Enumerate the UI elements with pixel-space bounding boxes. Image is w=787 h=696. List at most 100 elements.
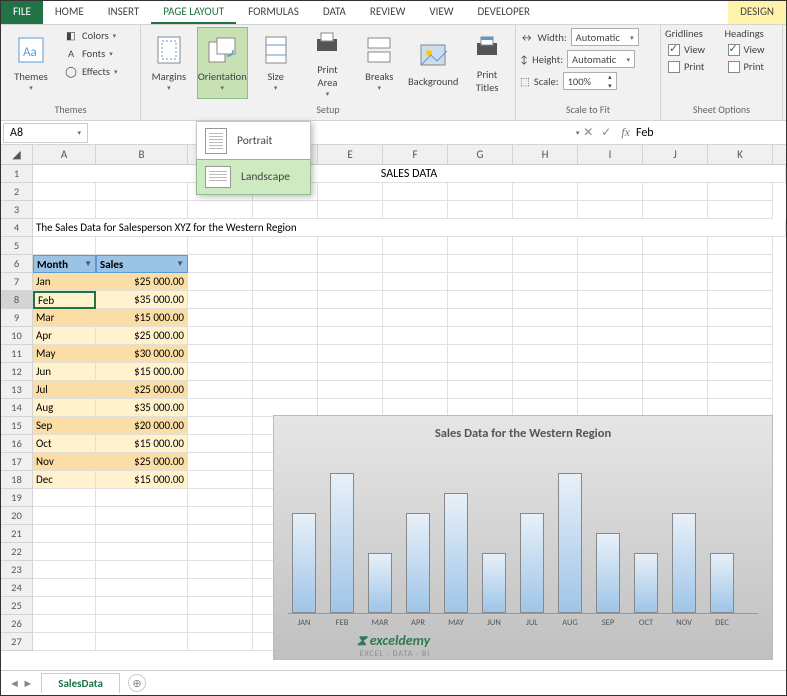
cell[interactable] [383,273,448,291]
cell[interactable] [578,201,643,219]
cell[interactable]: $15 000.00 [96,309,188,327]
tab-view[interactable]: VIEW [417,1,465,24]
chart-bar[interactable] [292,513,316,613]
cell[interactable] [448,183,513,201]
cell[interactable] [383,183,448,201]
cell[interactable] [96,237,188,255]
cell[interactable] [318,273,383,291]
cell[interactable] [513,309,578,327]
row-header[interactable]: 10 [1,327,33,345]
colors-button[interactable]: ◧Colors ▾ [61,27,120,43]
cell[interactable] [318,183,383,201]
cell[interactable]: Jun [33,363,96,381]
cell[interactable] [643,309,708,327]
chart-bar[interactable] [634,553,658,613]
size-button[interactable]: Size▾ [252,27,300,99]
cell[interactable] [448,381,513,399]
fonts-button[interactable]: AFonts ▾ [61,45,120,61]
col-header[interactable]: H [513,145,578,164]
cell[interactable] [33,633,96,651]
col-header[interactable]: E [318,145,383,164]
title-cell[interactable]: SALES DATA [33,165,786,183]
tab-insert[interactable]: INSERT [96,1,152,24]
cell[interactable] [513,201,578,219]
row-header[interactable]: 16 [1,435,33,453]
chart-bar[interactable] [482,553,506,613]
cell[interactable]: Feb [33,291,96,309]
cancel-button[interactable]: ✕ [579,125,597,140]
row-header[interactable]: 7 [1,273,33,291]
cell[interactable] [383,237,448,255]
cell[interactable] [578,237,643,255]
row-header[interactable]: 14 [1,399,33,417]
row-header[interactable]: 2 [1,183,33,201]
themes-button[interactable]: Aa Themes▾ [5,27,57,99]
cell[interactable] [383,201,448,219]
sheet-tab[interactable]: SalesData [41,673,120,693]
fx-icon[interactable]: fx [621,125,630,140]
cell[interactable] [513,345,578,363]
row-header[interactable]: 4 [1,219,33,237]
cell[interactable]: Jan [33,273,96,291]
col-header[interactable]: F [383,145,448,164]
cell[interactable] [318,201,383,219]
col-header[interactable]: G [448,145,513,164]
cell[interactable] [188,453,253,471]
background-button[interactable]: Background [407,27,459,99]
row-header[interactable]: 24 [1,579,33,597]
chart-bar[interactable] [710,553,734,613]
cell[interactable] [253,273,318,291]
row-header[interactable]: 5 [1,237,33,255]
cell[interactable]: $25 000.00 [96,453,188,471]
cell[interactable] [448,327,513,345]
cell[interactable] [383,381,448,399]
cell[interactable] [33,597,96,615]
tab-formulas[interactable]: FORMULAS [236,1,311,24]
cell[interactable] [578,327,643,345]
cell[interactable] [188,363,253,381]
cell[interactable]: Sales▼ [96,255,188,273]
cell[interactable] [513,237,578,255]
col-header[interactable]: I [578,145,643,164]
cell[interactable] [708,345,773,363]
row-header[interactable]: 9 [1,309,33,327]
tab-data[interactable]: DATA [311,1,358,24]
cell[interactable] [643,381,708,399]
cell[interactable] [643,327,708,345]
row-header[interactable]: 17 [1,453,33,471]
cell[interactable] [188,561,253,579]
cell[interactable] [708,273,773,291]
cell[interactable] [448,201,513,219]
cell[interactable] [643,363,708,381]
formula-input[interactable] [636,126,786,140]
cell[interactable] [33,615,96,633]
cell[interactable] [383,327,448,345]
cell[interactable]: $30 000.00 [96,345,188,363]
cell[interactable] [33,201,96,219]
width-select[interactable]: Automatic▾ [571,28,639,46]
headings-print-checkbox[interactable]: Print [725,59,779,74]
cell[interactable] [643,273,708,291]
col-header[interactable]: K [708,145,773,164]
cell[interactable] [253,309,318,327]
cell[interactable] [96,633,188,651]
cell[interactable] [188,471,253,489]
chart-bar[interactable] [330,473,354,613]
cell[interactable] [448,255,513,273]
cell[interactable] [188,615,253,633]
cell[interactable]: Jul [33,381,96,399]
cell[interactable] [383,291,448,309]
cell[interactable] [188,507,253,525]
select-all-cell[interactable]: ◢ [1,145,33,164]
cell[interactable] [253,255,318,273]
cell[interactable]: Sep [33,417,96,435]
cell[interactable] [188,309,253,327]
cell[interactable] [448,309,513,327]
cell[interactable] [643,291,708,309]
cell[interactable] [188,291,253,309]
cell[interactable] [188,345,253,363]
cell[interactable] [33,525,96,543]
row-header[interactable]: 27 [1,633,33,651]
chart-bar[interactable] [596,533,620,613]
cell[interactable] [643,201,708,219]
